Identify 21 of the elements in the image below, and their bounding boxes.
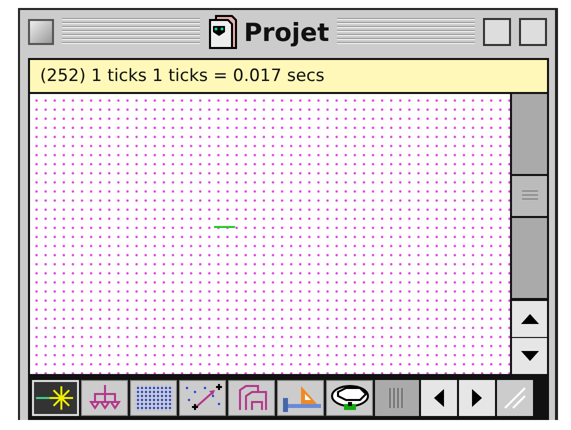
tool-button[interactable] [179, 380, 226, 416]
collapse-box[interactable] [519, 18, 547, 46]
scroll-up-button[interactable] [512, 300, 547, 337]
line-segment [214, 226, 235, 228]
scroll-right-button[interactable] [459, 380, 495, 416]
left-arrow-icon [434, 389, 444, 407]
window-title: Projet [244, 18, 330, 46]
document-icon [208, 14, 238, 50]
zoom-box[interactable] [483, 18, 511, 46]
resize-grip-icon [503, 386, 527, 410]
right-arrow-icon [472, 389, 482, 407]
status-text: (252) 1 ticks 1 ticks = 0.017 secs [30, 60, 547, 94]
close-box[interactable] [28, 19, 54, 45]
tool-button[interactable] [326, 380, 373, 416]
up-arrow-icon [520, 314, 538, 324]
scroll-thumb[interactable] [512, 176, 547, 218]
down-arrow-icon [520, 351, 538, 361]
scroll-grip[interactable] [375, 380, 419, 416]
scroll-down-button[interactable] [512, 337, 547, 374]
dot-grid-canvas[interactable] [30, 94, 510, 374]
scroll-left-button[interactable] [421, 380, 457, 416]
